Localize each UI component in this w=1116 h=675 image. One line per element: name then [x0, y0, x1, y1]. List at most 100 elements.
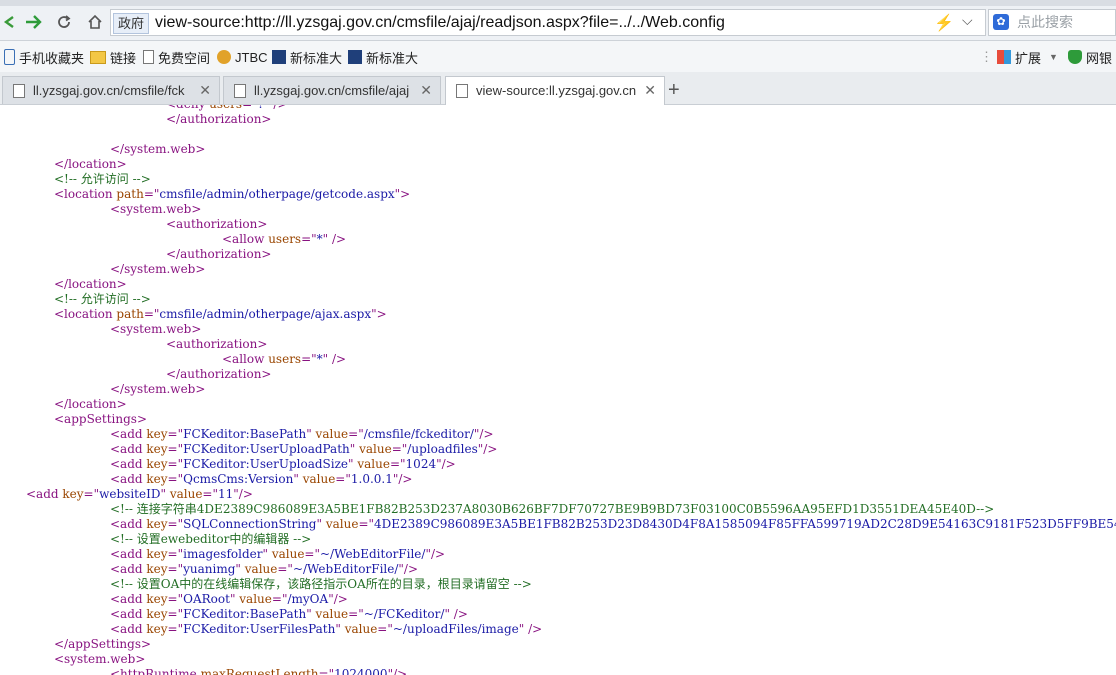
close-icon[interactable]: ✕ — [199, 77, 211, 104]
new-tab-button[interactable]: + — [668, 80, 680, 100]
source-line: <authorization> — [166, 337, 267, 352]
source-token: value — [302, 472, 336, 486]
source-token: " — [229, 592, 240, 606]
source-token: =" — [335, 472, 351, 486]
source-token: <allow — [222, 352, 269, 366]
source-token: <add — [110, 562, 147, 576]
forward-button[interactable] — [20, 9, 46, 35]
source-token: =" — [167, 517, 184, 531]
source-token: =" — [167, 547, 184, 561]
extensions-label: 扩展 — [1015, 50, 1042, 66]
close-icon[interactable]: ✕ — [644, 77, 656, 104]
source-view[interactable]: <deny users="?" /></authorization></syst… — [0, 105, 1116, 675]
source-line: </authorization> — [166, 112, 271, 127]
online-bank-button[interactable]: 网银 — [1068, 48, 1112, 66]
bookmark-mobile-favorites[interactable]: 手机收藏夹 — [4, 48, 84, 66]
source-line: <add key="FCKeditor:UserUploadSize" valu… — [110, 457, 456, 472]
source-token: 1.0.0.1 — [350, 472, 393, 486]
tab-fckeditor[interactable]: ll.yzsgaj.gov.cn/cmsfile/fck ✕ — [2, 76, 220, 104]
bookmark-jtbc[interactable]: JTBC — [217, 48, 268, 66]
source-line: <add key="websiteID" value="11"/> — [26, 487, 253, 502]
source-token: value — [325, 517, 359, 531]
folder-icon — [90, 50, 106, 64]
source-token: <!-- 连接字符串4DE2389C986089E3A5BE1FB82B253D… — [110, 502, 995, 516]
home-button[interactable] — [82, 9, 108, 35]
bookmark-new-standard-1[interactable]: 新标准大 — [272, 48, 342, 66]
source-token: "/> — [436, 457, 456, 471]
source-token: <add — [110, 517, 147, 531]
source-token: </authorization> — [166, 367, 272, 381]
source-token: <!-- 允许访问 --> — [54, 292, 151, 306]
shield-icon — [1068, 50, 1082, 64]
page-icon — [143, 50, 154, 64]
reload-button[interactable] — [51, 9, 77, 35]
tab-ajaj[interactable]: ll.yzsgaj.gov.cn/cmsfile/ajaj ✕ — [223, 76, 441, 104]
source-token: <add — [110, 622, 147, 636]
bookmark-links[interactable]: 链接 — [90, 48, 136, 66]
source-token: cmsfile/admin/otherpage/ajax.aspx — [159, 307, 372, 321]
source-token: <add — [110, 427, 147, 441]
extensions-button[interactable]: 扩展 ▼ — [997, 48, 1058, 66]
source-line: <!-- 设置OA中的在线编辑保存，该路径指示OA所在的目录，根目录请留空 --… — [110, 577, 532, 592]
bookmarks-bar: 手机收藏夹 链接 免费空间 JTBC 新标准大 新标准大 ⋮ 扩展 ▼ 网银 — [0, 41, 1116, 73]
source-line: <system.web> — [110, 202, 201, 217]
lightning-icon[interactable]: ⚡ — [934, 13, 954, 33]
source-line: <authorization> — [166, 217, 267, 232]
bookmark-label: JTBC — [235, 49, 268, 65]
source-token: =" — [318, 667, 335, 675]
source-token: </system.web> — [110, 262, 206, 276]
source-token: " — [293, 472, 303, 486]
source-line: <system.web> — [110, 322, 201, 337]
source-token: "/> — [425, 547, 446, 561]
bookmark-new-standard-2[interactable]: 新标准大 — [348, 48, 418, 66]
source-token: =" — [167, 442, 184, 456]
source-line: <system.web> — [54, 652, 145, 667]
search-placeholder: 点此搜索 — [1017, 14, 1073, 30]
source-token: OARoot — [183, 592, 230, 606]
source-token: yuanimg — [183, 562, 236, 576]
source-token: FCKeditor:UserUploadPath — [183, 442, 350, 456]
more-dots-icon[interactable]: ⋮ — [980, 48, 993, 66]
source-line: <location path="cmsfile/admin/otherpage/… — [54, 187, 410, 202]
source-token: </location> — [54, 277, 127, 291]
page-icon — [13, 84, 25, 98]
source-line: <add key="QcmsCms:Version" value="1.0.0.… — [110, 472, 412, 487]
source-token: key — [62, 487, 84, 501]
back-button[interactable] — [0, 9, 22, 35]
source-token: " — [335, 622, 345, 636]
chevron-down-icon[interactable]: ⌵ — [962, 12, 973, 29]
source-token: users — [268, 352, 302, 366]
bookmark-label: 新标准大 — [290, 50, 343, 66]
source-line: <!-- 设置ewebeditor中的编辑器 --> — [110, 532, 311, 547]
reload-icon — [58, 15, 71, 28]
source-token: " /> — [264, 105, 287, 111]
source-token: value — [315, 427, 349, 441]
source-token: "> — [371, 307, 387, 321]
search-engine-icon[interactable]: ✿ — [993, 14, 1009, 30]
url-text[interactable]: view-source:http://ll.yzsgaj.gov.cn/cmsf… — [155, 10, 725, 35]
source-token: path — [116, 187, 144, 201]
source-token: path — [116, 307, 144, 321]
search-box[interactable]: ✿ 点此搜索 — [988, 9, 1116, 36]
address-bar[interactable]: 政府 view-source:http://ll.yzsgaj.gov.cn/c… — [110, 9, 986, 36]
chevron-down-icon[interactable]: ▼ — [1049, 52, 1058, 62]
source-token: value — [315, 607, 349, 621]
close-icon[interactable]: ✕ — [420, 77, 432, 104]
bookmark-label: 手机收藏夹 — [19, 50, 85, 66]
source-token: value — [271, 547, 305, 561]
source-token: </system.web> — [110, 142, 206, 156]
source-token: ~/WebEditorFile/ — [292, 562, 399, 576]
site-icon — [348, 50, 362, 64]
bookmark-free-space[interactable]: 免费空间 — [143, 48, 210, 66]
source-token: 4DE2389C986089E3A5BE1FB82B253D23D8430D4F… — [374, 517, 1116, 531]
source-line: <add key="SQLConnectionString" value="4D… — [110, 517, 1116, 532]
source-token: <appSettings> — [54, 412, 147, 426]
tab-view-source[interactable]: view-source:ll.yzsgaj.gov.cn ✕ — [445, 76, 665, 105]
source-line: </system.web> — [110, 262, 205, 277]
source-token: "/> — [387, 667, 408, 675]
source-token: =" — [167, 562, 184, 576]
source-token: "/> — [233, 487, 253, 501]
bookmark-label: 免费空间 — [158, 50, 211, 66]
source-token: <authorization> — [166, 337, 268, 351]
source-token: <system.web> — [110, 322, 202, 336]
